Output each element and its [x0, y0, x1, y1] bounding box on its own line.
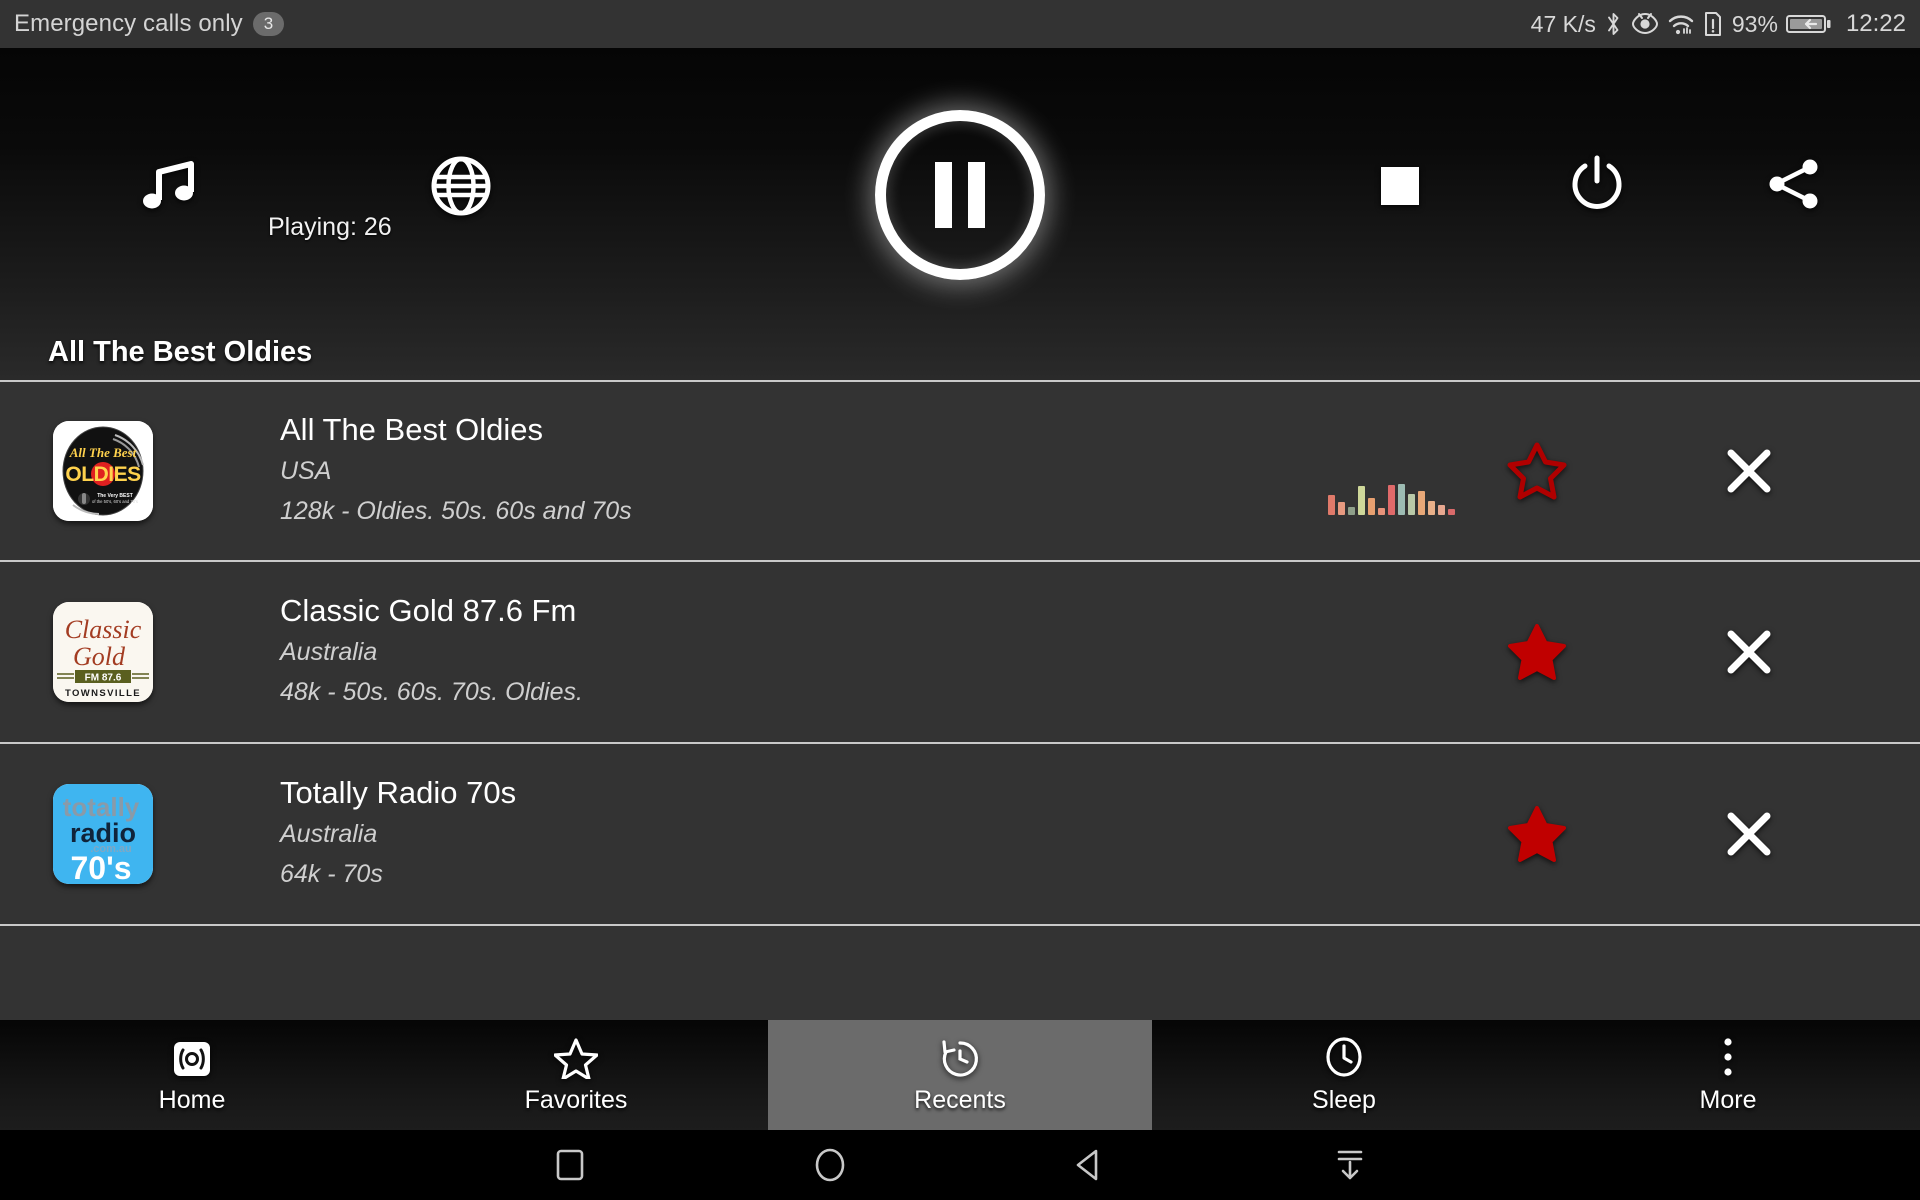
player-header: Playing: 26	[0, 48, 1920, 324]
power-icon[interactable]	[1564, 150, 1630, 216]
now-playing-title: All The Best Oldies	[48, 335, 313, 368]
battery-percent-label: 93%	[1731, 10, 1778, 37]
favorite-star-icon[interactable]	[1505, 620, 1569, 684]
bottom-tab-bar[interactable]: Home Favorites Recents Sleep More	[0, 1020, 1920, 1130]
station-country: Australia	[280, 819, 378, 848]
equalizer-visualizer	[1328, 471, 1455, 515]
clock-icon	[1323, 1035, 1365, 1079]
now-playing-title-bar: All The Best Oldies	[0, 324, 1920, 380]
music-note-icon[interactable]	[134, 153, 204, 223]
station-country: USA	[280, 456, 332, 485]
equalizer-bar	[1428, 501, 1435, 515]
station-meta: All The Best Oldies USA 128k - Oldies. 5…	[280, 410, 632, 532]
close-icon[interactable]	[1718, 803, 1780, 865]
eye-icon	[1631, 11, 1659, 37]
playing-count-label: Playing: 26	[268, 213, 392, 241]
app-screen: Emergency calls only 3 47 K/s 93% 12:22 …	[0, 0, 1920, 1200]
station-meta: Classic Gold 87.6 Fm Australia 48k - 50s…	[280, 591, 583, 713]
sim-alert-icon	[1703, 11, 1723, 37]
table-row[interactable]: Classic Gold FM 87.6 TOWNSVILLE Classic …	[0, 562, 1920, 744]
tab-more[interactable]: More	[1536, 1020, 1920, 1130]
equalizer-bar	[1448, 509, 1455, 515]
notification-count-badge: 3	[252, 11, 285, 37]
svg-text:All The Best: All The Best	[69, 445, 137, 460]
star-outline-icon	[554, 1035, 598, 1079]
wifi-icon	[1667, 11, 1695, 37]
equalizer-bar	[1338, 502, 1345, 515]
equalizer-bar	[1408, 494, 1415, 515]
android-navigation-bar[interactable]	[0, 1130, 1920, 1200]
status-bar-right: 47 K/s 93% 12:22	[1531, 10, 1906, 38]
hide-navbar-icon[interactable]	[1250, 1144, 1450, 1186]
status-bar-left: Emergency calls only 3	[14, 10, 285, 38]
svg-text:FM 87.6: FM 87.6	[85, 673, 122, 684]
carrier-label: Emergency calls only	[14, 10, 243, 37]
svg-text:of the 50's, 60's and 70's: of the 50's, 60's and 70's	[92, 499, 138, 504]
station-name: All The Best Oldies	[280, 412, 544, 448]
equalizer-bar	[1398, 484, 1405, 515]
svg-text:OLDIES: OLDIES	[65, 463, 141, 486]
close-icon[interactable]	[1718, 440, 1780, 502]
equalizer-bar	[1438, 505, 1445, 515]
station-list[interactable]: All The Best OLDIES The Very BEST of the…	[0, 380, 1920, 1020]
station-name: Totally Radio 70s	[280, 775, 517, 811]
svg-text:70's: 70's	[71, 850, 132, 884]
totally-radio-70s-logo: totally radio .com.au 70's	[53, 784, 153, 884]
tab-recents[interactable]: Recents	[768, 1020, 1152, 1130]
recents-square-icon[interactable]	[470, 1146, 670, 1184]
radio-broadcast-icon	[170, 1035, 214, 1079]
station-country: Australia	[280, 637, 378, 666]
pause-icon	[935, 162, 985, 228]
close-icon[interactable]	[1718, 621, 1780, 683]
station-description: 48k - 50s. 60s. 70s. Oldies.	[280, 678, 583, 707]
equalizer-bar	[1328, 495, 1335, 515]
table-row[interactable]: All The Best OLDIES The Very BEST of the…	[0, 380, 1920, 562]
network-speed-label: 47 K/s	[1530, 10, 1596, 37]
station-name: Classic Gold 87.6 Fm	[280, 593, 577, 629]
svg-text:TOWNSVILLE: TOWNSVILLE	[65, 688, 141, 699]
equalizer-bar	[1418, 491, 1425, 515]
tab-sleep[interactable]: Sleep	[1152, 1020, 1536, 1130]
back-triangle-icon[interactable]	[990, 1145, 1190, 1185]
svg-text:Classic: Classic	[65, 615, 142, 644]
favorite-star-icon[interactable]	[1505, 802, 1569, 866]
overflow-dots-icon	[1720, 1035, 1736, 1079]
tab-home-label: Home	[158, 1086, 226, 1114]
equalizer-bar	[1388, 485, 1395, 515]
clock-label: 12:22	[1845, 10, 1906, 37]
tab-sleep-label: Sleep	[1312, 1086, 1376, 1114]
classic-gold-logo: Classic Gold FM 87.6 TOWNSVILLE	[53, 602, 153, 702]
station-description: 64k - 70s	[280, 860, 383, 889]
home-circle-icon[interactable]	[730, 1145, 930, 1185]
stop-icon[interactable]	[1370, 156, 1430, 216]
tab-favorites[interactable]: Favorites	[384, 1020, 768, 1130]
equalizer-bar	[1358, 486, 1365, 515]
status-bar: Emergency calls only 3 47 K/s 93% 12:22	[0, 0, 1920, 48]
equalizer-bar	[1368, 498, 1375, 515]
all-the-best-oldies-logo: All The Best OLDIES The Very BEST of the…	[53, 421, 153, 521]
tab-favorites-label: Favorites	[524, 1086, 628, 1114]
station-description: 128k - Oldies. 50s. 60s and 70s	[280, 497, 632, 526]
table-row[interactable]: totally radio .com.au 70's Totally Radio…	[0, 744, 1920, 926]
globe-icon[interactable]	[428, 153, 494, 219]
battery-charging-icon	[1785, 12, 1832, 36]
history-clock-icon	[938, 1035, 982, 1079]
tab-home[interactable]: Home	[0, 1020, 384, 1130]
equalizer-bar	[1348, 507, 1355, 515]
favorite-star-icon[interactable]	[1505, 439, 1569, 503]
play-pause-button[interactable]	[875, 110, 1045, 280]
svg-text:Gold: Gold	[73, 642, 126, 671]
equalizer-bar	[1378, 508, 1385, 515]
bluetooth-icon	[1604, 11, 1623, 37]
tab-more-label: More	[1699, 1086, 1757, 1114]
station-meta: Totally Radio 70s Australia 64k - 70s	[280, 773, 516, 895]
share-icon[interactable]	[1762, 152, 1826, 216]
tab-recents-label: Recents	[914, 1086, 1006, 1114]
